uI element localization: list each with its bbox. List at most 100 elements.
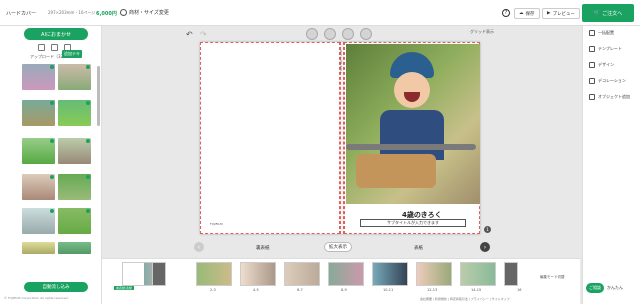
- check-icon: [86, 139, 90, 143]
- next-page-button[interactable]: ›: [480, 242, 490, 252]
- photo-thumb[interactable]: [22, 174, 55, 200]
- layout-icon: [589, 30, 595, 36]
- cover-tag: 裏表紙/表紙: [114, 286, 135, 290]
- template-label: テンプレート: [598, 46, 622, 51]
- change-product-button[interactable]: 商材・サイズ変更: [120, 9, 169, 16]
- save-icon: ☁: [519, 11, 524, 16]
- add-object-label: オブジェクト追加: [598, 94, 630, 99]
- spread-thumb[interactable]: [460, 262, 496, 286]
- page-labels: ‹ 裏表紙 拡大表示 表紙 ›: [194, 240, 490, 254]
- back-cover-logo: FUJIFILM: [210, 222, 223, 226]
- auto-fill-button[interactable]: 自動流し込み: [24, 282, 88, 292]
- fit-icon[interactable]: [360, 28, 372, 40]
- order-label: ご注文へ: [602, 10, 623, 17]
- assist-label: かんたん: [607, 285, 623, 290]
- align-icon[interactable]: [342, 28, 354, 40]
- spread-thumb[interactable]: [328, 262, 364, 286]
- check-icon: [50, 209, 54, 213]
- order-button[interactable]: 🛒 ご注文へ: [582, 4, 634, 22]
- spread-label: 4-5: [253, 288, 259, 292]
- help-button[interactable]: ?: [502, 9, 510, 17]
- spread-label: 10-11: [383, 288, 394, 292]
- photo-thumb[interactable]: [22, 208, 55, 234]
- cover-photo[interactable]: [346, 44, 480, 204]
- check-icon: [86, 209, 90, 213]
- zoom-label: 拡大表示: [329, 245, 347, 250]
- ai-auto-button[interactable]: AIにおまかせ: [24, 28, 88, 40]
- preview-icon: ▶: [547, 11, 551, 16]
- preview-label: プレビュー: [552, 11, 575, 17]
- zoom-button[interactable]: 拡大表示: [324, 242, 352, 252]
- refresh-icon: [120, 9, 127, 16]
- basket-shape: [356, 154, 436, 188]
- photo-thumb[interactable]: [22, 242, 55, 254]
- check-icon: [86, 101, 90, 105]
- spine-title[interactable]: タイトルテキスト: [339, 50, 343, 74]
- product-price: 6,000円: [96, 11, 117, 17]
- decoration-button[interactable]: デコレーション: [589, 78, 626, 84]
- save-button[interactable]: ☁ 保存: [514, 8, 540, 19]
- change-product-label: 商材・サイズ変更: [129, 10, 169, 16]
- design-label: デザイン: [598, 62, 614, 67]
- bike-handle-shape: [346, 144, 476, 150]
- spread-thumb[interactable]: [196, 262, 232, 286]
- spread-thumb[interactable]: [152, 262, 166, 286]
- layout-left-icon[interactable]: [306, 28, 318, 40]
- prev-page-button[interactable]: ‹: [194, 242, 204, 252]
- photo-add-icon[interactable]: [38, 44, 45, 51]
- photo-thumb[interactable]: [58, 64, 91, 90]
- design-button[interactable]: デザイン: [589, 62, 614, 68]
- cover-subtitle-field[interactable]: サブタイトルが入力できます: [360, 219, 466, 227]
- help-icon: ?: [504, 10, 508, 16]
- front-cover-label: 表紙: [414, 246, 423, 251]
- footer-links[interactable]: 会社概要 | 利用規約 | 特定商取引法 | プライバシー | サイトマップ: [420, 297, 510, 301]
- consult-button[interactable]: ご相談: [586, 283, 604, 293]
- right-panel: 一括配置 テンプレート デザイン デコレーション オブジェクト追加: [582, 26, 640, 304]
- spread-label: 8-9: [341, 288, 347, 292]
- photo-thumb[interactable]: [58, 138, 91, 164]
- photo-thumb[interactable]: [58, 100, 91, 126]
- spread-thumb[interactable]: [240, 262, 276, 286]
- spread-label: 2-3: [210, 288, 216, 292]
- product-title: ハードカバー: [6, 11, 37, 17]
- spread-thumb[interactable]: [284, 262, 320, 286]
- auto-layout-label: 一括配置: [598, 30, 614, 35]
- grid-toggle[interactable]: グリッド表示: [470, 29, 494, 35]
- preview-button[interactable]: ▶ プレビュー: [542, 8, 580, 19]
- spread-thumb[interactable]: [372, 262, 408, 286]
- product-spec: 297×203mm・16ページ・: [48, 10, 100, 15]
- design-icon: [589, 62, 595, 68]
- spread-thumb[interactable]: [504, 262, 518, 286]
- sort-icon[interactable]: [51, 44, 58, 51]
- photo-thumb[interactable]: [22, 138, 55, 164]
- redo-icon[interactable]: ↷: [200, 30, 207, 39]
- spread-label: 6-7: [297, 288, 303, 292]
- star-icon: [589, 78, 595, 84]
- edit-mode-toggle[interactable]: 編集モード切替: [540, 275, 565, 280]
- spread-thumb[interactable]: [416, 262, 452, 286]
- assist-widget[interactable]: ご相談 かんたん: [586, 283, 623, 293]
- photo-thumb[interactable]: [22, 100, 55, 126]
- decoration-label: デコレーション: [598, 78, 626, 83]
- photo-scrollbar[interactable]: [97, 66, 100, 126]
- template-button[interactable]: テンプレート: [589, 46, 622, 52]
- save-label: 保存: [525, 11, 535, 17]
- template-icon: [589, 46, 595, 52]
- check-icon: [86, 65, 90, 69]
- photo-thumb[interactable]: [58, 174, 91, 200]
- check-icon: [50, 175, 54, 179]
- check-icon: [50, 101, 54, 105]
- add-object-button[interactable]: オブジェクト追加: [589, 94, 635, 100]
- back-cover-label: 裏表紙: [256, 246, 270, 251]
- spread-label: 16: [517, 288, 522, 292]
- check-icon: [50, 139, 54, 143]
- photo-thumb[interactable]: [58, 208, 91, 234]
- shirt-shape: [380, 110, 444, 160]
- photo-thumb[interactable]: [58, 242, 91, 254]
- auto-layout-button[interactable]: 一括配置: [589, 30, 614, 36]
- undo-icon[interactable]: ↶: [186, 30, 193, 39]
- add-text-tag[interactable]: 追加テキ: [62, 50, 82, 58]
- back-cover-page[interactable]: [200, 42, 340, 234]
- photo-thumb[interactable]: [22, 64, 55, 90]
- layout-right-icon[interactable]: [324, 28, 336, 40]
